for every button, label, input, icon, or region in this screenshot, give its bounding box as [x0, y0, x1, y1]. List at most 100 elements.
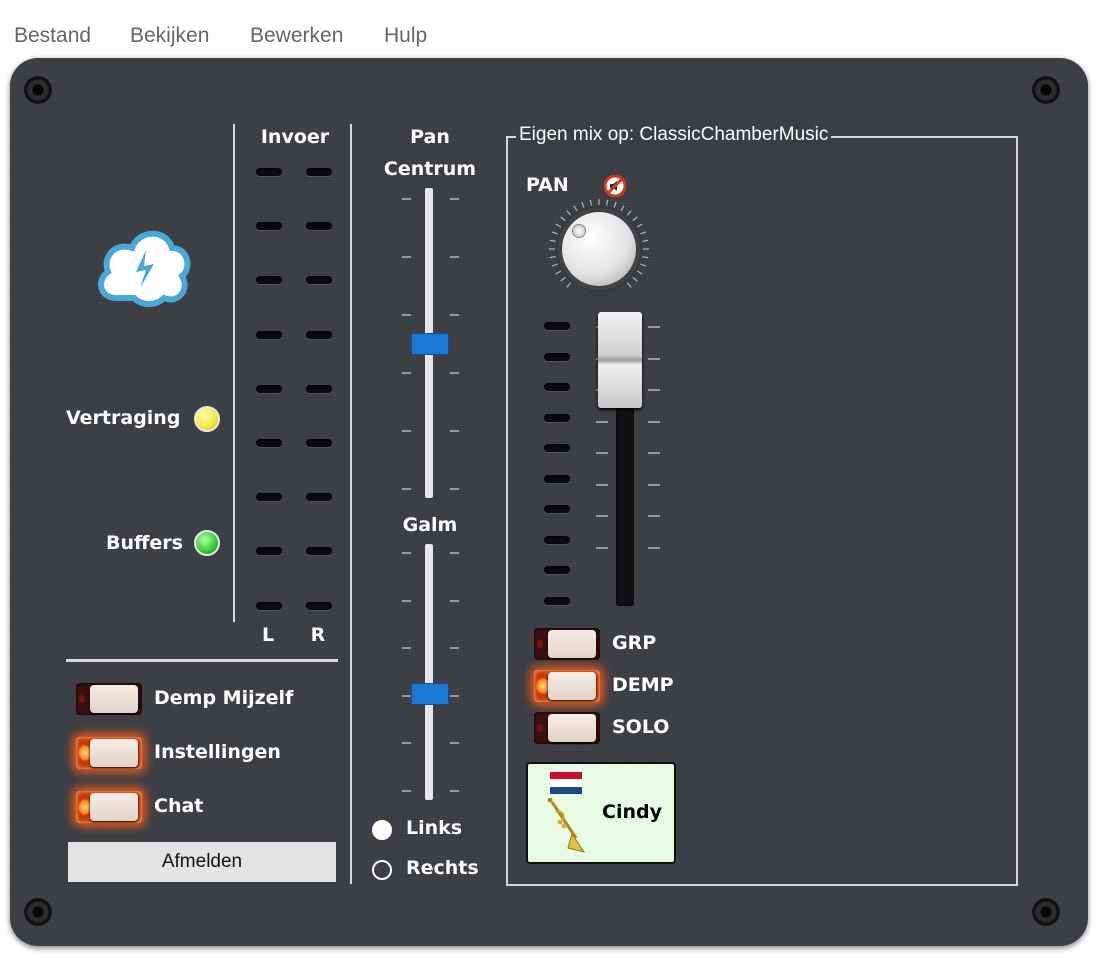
fader-tick — [648, 515, 660, 517]
fader-tick — [648, 452, 660, 454]
channel-meter-led — [544, 383, 570, 391]
logout-button[interactable]: Afmelden — [68, 842, 336, 882]
slider-tick — [450, 599, 459, 602]
meter-led-right — [306, 222, 332, 231]
meter-led-right — [306, 547, 332, 556]
group-label: GRP — [612, 632, 657, 654]
meter-led-right — [306, 330, 332, 339]
fader-tick — [648, 326, 660, 328]
settings-label: Instellingen — [154, 741, 281, 763]
slider-tick — [402, 430, 411, 432]
fader-tick — [648, 420, 660, 423]
divider-right — [350, 124, 352, 884]
slider-tick — [402, 552, 411, 554]
menu-bewerken[interactable]: Bewerken — [250, 24, 343, 48]
channel-meter-led — [544, 566, 570, 574]
slider-tick — [402, 694, 411, 697]
meter-led-right — [306, 439, 332, 447]
delay-indicator — [194, 406, 220, 432]
app-logo-icon — [98, 230, 191, 307]
fader-tick — [648, 357, 660, 360]
chat-label: Chat — [154, 795, 204, 817]
delay-label: Vertraging — [66, 407, 181, 429]
channel-meter-led — [544, 352, 570, 361]
channel-meter-led — [544, 444, 570, 452]
reverb-left-radio[interactable] — [372, 820, 392, 840]
meter-led-left — [256, 547, 282, 556]
channel-meter-led — [544, 505, 570, 513]
meter-led-right — [306, 384, 332, 393]
chat-toggle[interactable] — [76, 791, 142, 823]
reverb-slider-handle[interactable] — [411, 682, 449, 705]
channel-fader-handle[interactable] — [598, 312, 642, 408]
knob-indicator — [572, 224, 586, 238]
meter-led-left — [256, 330, 282, 339]
divider-horizontal — [66, 659, 338, 662]
screw-icon — [1032, 76, 1060, 104]
slider-tick — [402, 599, 411, 602]
mute-myself-label: Demp Mijzelf — [154, 687, 294, 709]
channel-meter-led — [544, 322, 570, 330]
slider-tick — [402, 647, 411, 650]
fader-tick — [596, 546, 608, 549]
slider-tick — [450, 314, 459, 316]
pan-slider-handle[interactable] — [411, 333, 449, 355]
meter-led-right — [306, 601, 332, 610]
meter-led-left — [256, 439, 282, 447]
screw-icon — [24, 898, 52, 926]
slider-tick — [450, 198, 459, 200]
reverb-right-radio[interactable] — [372, 860, 392, 880]
buffers-indicator — [194, 530, 220, 556]
menu-bekijken[interactable]: Bekijken — [130, 24, 209, 48]
meter-led-left — [256, 168, 282, 176]
menu-bar: Bestand Bekijken Bewerken Hulp — [0, 0, 1098, 56]
meter-led-left — [256, 384, 282, 393]
slider-tick — [450, 694, 459, 697]
meter-led-left — [256, 276, 282, 285]
fader-tick — [648, 389, 660, 391]
fader-tick — [596, 420, 608, 423]
meter-led-left — [256, 222, 282, 231]
buffers-label: Buffers — [106, 532, 183, 554]
slider-tick — [450, 647, 459, 650]
channel-meter-led — [544, 474, 570, 483]
meter-right-label: R — [310, 624, 326, 646]
divider-left — [233, 124, 235, 622]
slider-tick — [402, 742, 411, 745]
channel-pan-knob[interactable] — [562, 212, 636, 286]
meter-led-left — [256, 601, 282, 610]
settings-toggle[interactable] — [76, 737, 142, 769]
channel-name: Cindy — [602, 801, 662, 823]
slider-tick — [402, 372, 411, 374]
screw-icon — [1032, 898, 1060, 926]
slider-tick — [450, 256, 459, 258]
trumpet-icon — [547, 798, 586, 853]
slider-tick — [402, 256, 411, 258]
input-title: Invoer — [260, 126, 330, 148]
screw-icon — [24, 76, 52, 104]
reverb-title: Galm — [402, 514, 458, 536]
meter-led-right — [306, 276, 332, 285]
mute-speaker-icon[interactable] — [604, 175, 626, 197]
menu-hulp[interactable]: Hulp — [384, 24, 427, 48]
solo-toggle[interactable] — [534, 712, 600, 744]
slider-tick — [402, 198, 411, 200]
slider-tick — [402, 790, 411, 792]
slider-tick — [450, 742, 459, 745]
mute-toggle[interactable] — [534, 670, 600, 702]
netherlands-flag-icon — [550, 772, 582, 794]
slider-tick — [450, 488, 459, 490]
meter-led-right — [306, 493, 332, 502]
group-toggle[interactable] — [534, 628, 600, 660]
menu-bestand[interactable]: Bestand — [14, 24, 91, 48]
pan-value-label: Centrum — [383, 158, 477, 180]
channel-pan-label: PAN — [526, 174, 569, 196]
fader-tick — [596, 515, 608, 517]
slider-tick — [450, 430, 459, 432]
reverb-slider-track[interactable] — [425, 544, 433, 800]
mute-label: DEMP — [612, 674, 674, 696]
fader-tick — [596, 452, 608, 454]
mute-myself-toggle[interactable] — [76, 683, 142, 715]
channel-meter-led — [544, 596, 570, 605]
own-mix-title: Eigen mix op: ClassicChamberMusic — [516, 124, 832, 146]
